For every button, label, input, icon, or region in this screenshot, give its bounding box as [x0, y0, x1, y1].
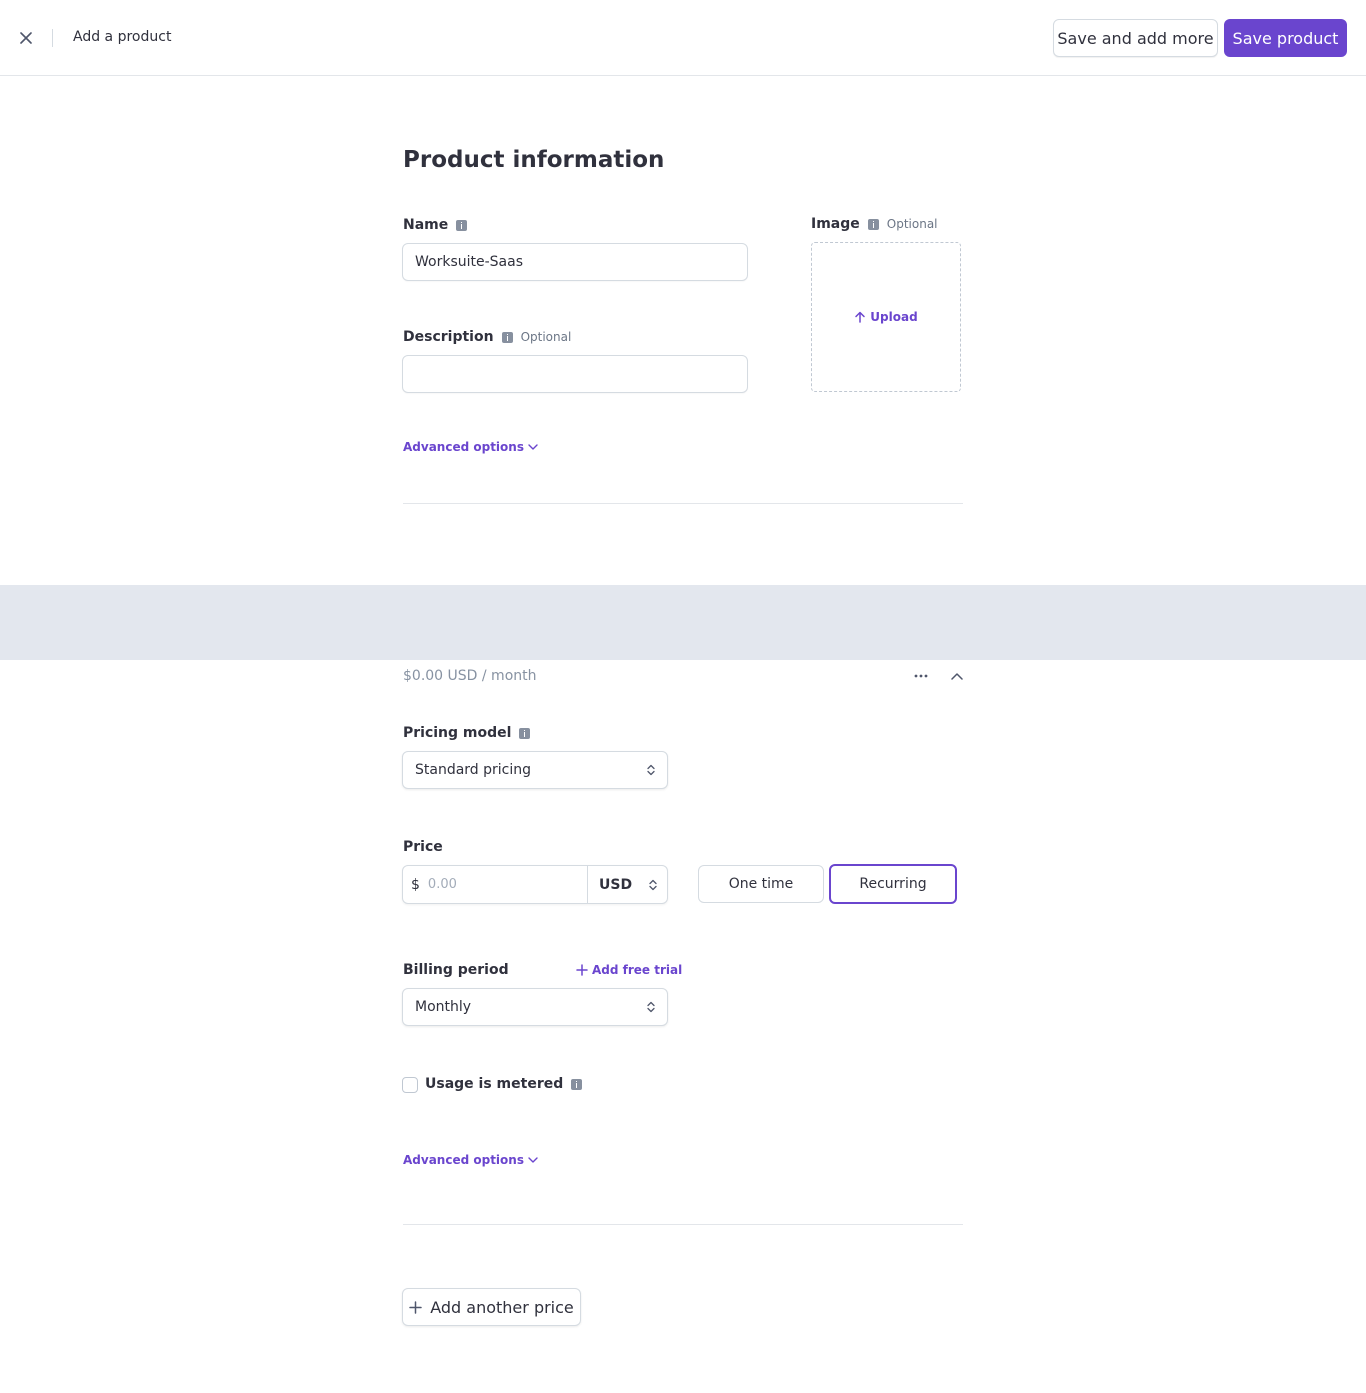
arrow-up-icon: [855, 311, 866, 323]
billing-period-label: Billing period: [403, 962, 509, 978]
upload-label: Upload: [870, 310, 918, 324]
pricing-header-band: [0, 585, 1366, 660]
price-summary: $0.00 USD / month: [403, 668, 537, 684]
advanced-options-label: Advanced options: [403, 1153, 524, 1167]
info-icon[interactable]: [519, 727, 531, 739]
pricing-model-value: Standard pricing: [415, 762, 532, 778]
billing-period-value: Monthly: [415, 999, 472, 1015]
price-advanced-options-link[interactable]: Advanced options: [403, 1153, 538, 1167]
price-input[interactable]: [427, 877, 568, 892]
add-another-price-label: Add another price: [430, 1297, 574, 1317]
chevron-down-icon: [528, 1157, 538, 1163]
description-input[interactable]: [402, 355, 748, 393]
collapse-button[interactable]: [946, 666, 968, 686]
info-icon[interactable]: [867, 218, 879, 230]
section-divider: [403, 1224, 963, 1225]
price-input-group: $ USD: [402, 865, 668, 904]
price-field[interactable]: $: [403, 866, 588, 903]
optional-tag: Optional: [886, 217, 938, 231]
more-icon: [914, 674, 928, 678]
close-icon: [20, 32, 32, 44]
select-arrows-icon: [649, 879, 657, 891]
close-button[interactable]: [14, 26, 38, 50]
add-free-trial-label: Add free trial: [592, 963, 683, 977]
plus-icon: [409, 1300, 422, 1314]
info-icon[interactable]: [501, 331, 513, 343]
usage-metered-checkbox[interactable]: [402, 1077, 418, 1093]
one-time-button[interactable]: One time: [698, 865, 824, 903]
billing-period-select[interactable]: Monthly: [402, 988, 668, 1026]
save-and-add-more-button[interactable]: Save and add more: [1053, 19, 1218, 57]
usage-metered-label-text: Usage is metered: [425, 1076, 564, 1092]
currency-symbol: $: [411, 876, 420, 893]
billing-period-label-text: Billing period: [403, 962, 509, 978]
pricing-model-label: Pricing model: [403, 725, 531, 741]
currency-select[interactable]: USD: [588, 866, 667, 903]
plus-icon: [576, 964, 588, 976]
select-arrows-icon: [647, 764, 655, 776]
currency-value: USD: [599, 876, 633, 893]
info-icon[interactable]: [571, 1078, 583, 1090]
image-label-text: Image: [811, 216, 860, 232]
recurring-button[interactable]: Recurring: [829, 864, 957, 904]
topbar-divider: [52, 29, 53, 47]
name-label-text: Name: [403, 217, 449, 233]
chevron-down-icon: [528, 444, 538, 450]
more-options-button[interactable]: [910, 666, 932, 686]
add-free-trial-link[interactable]: Add free trial: [576, 963, 682, 977]
name-input[interactable]: [402, 243, 748, 281]
pricing-model-label-text: Pricing model: [403, 725, 512, 741]
description-label-text: Description: [403, 329, 494, 345]
section-title-product-information: Product information: [403, 147, 665, 173]
add-another-price-button[interactable]: Add another price: [402, 1288, 581, 1326]
pricing-model-select[interactable]: Standard pricing: [402, 751, 668, 789]
image-upload-dropzone[interactable]: Upload: [811, 242, 961, 392]
page-title: Add a product: [73, 29, 172, 45]
info-icon[interactable]: [456, 219, 468, 231]
advanced-options-link[interactable]: Advanced options: [403, 440, 538, 454]
price-label: Price: [403, 839, 443, 855]
usage-metered-label: Usage is metered: [425, 1076, 583, 1092]
advanced-options-label: Advanced options: [403, 440, 524, 454]
save-product-button[interactable]: Save product: [1224, 19, 1347, 57]
name-label: Name: [403, 217, 468, 233]
chevron-up-icon: [951, 673, 963, 680]
top-bar: Add a product Save and add more Save pro…: [0, 0, 1366, 76]
price-label-text: Price: [403, 839, 443, 855]
section-divider: [403, 503, 963, 504]
optional-tag: Optional: [520, 330, 572, 344]
image-label: Image Optional: [811, 216, 938, 232]
select-arrows-icon: [647, 1001, 655, 1013]
description-label: Description Optional: [403, 329, 571, 345]
